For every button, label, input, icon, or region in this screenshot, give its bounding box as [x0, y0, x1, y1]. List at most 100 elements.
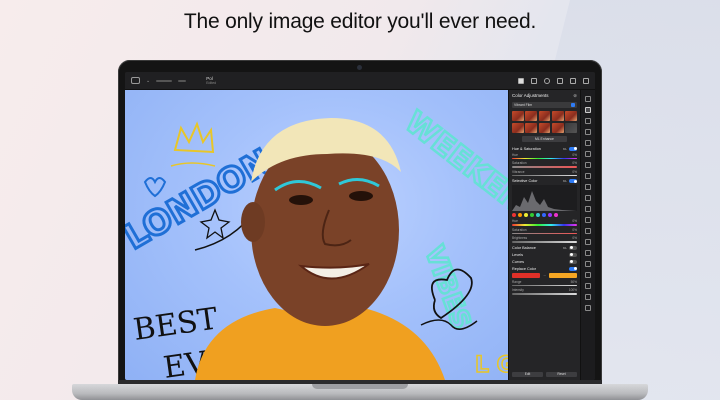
vibrance-row: Vibrance 0% [512, 170, 577, 174]
laptop-notch [312, 384, 408, 389]
hand-icon[interactable] [585, 272, 591, 278]
gradient-icon[interactable] [585, 217, 591, 223]
target-color-picker[interactable] [549, 272, 577, 278]
edit-button[interactable]: Edit [512, 372, 543, 377]
curves-toggle[interactable] [569, 259, 577, 264]
sel-brightness-slider[interactable] [512, 241, 577, 243]
lasso-icon[interactable] [585, 239, 591, 245]
sel-hue-row: Hue 0% [512, 219, 577, 223]
adjust-icon[interactable] [585, 107, 591, 113]
color-balance-toggle[interactable] [569, 245, 577, 250]
arrow-icon[interactable] [585, 96, 591, 102]
preset-thumbnail[interactable] [538, 111, 551, 121]
sharpen-icon[interactable] [585, 305, 591, 311]
swatch-cyan[interactable] [536, 213, 540, 217]
saturation-slider[interactable] [512, 166, 577, 168]
preset-thumbnail[interactable] [551, 111, 564, 121]
sel-brightness-label: Brightness [512, 236, 528, 240]
levels-toggle[interactable] [569, 252, 577, 257]
preset-thumbnail[interactable] [512, 122, 524, 133]
replace-color-toggle[interactable] [569, 266, 577, 271]
histogram-graph [512, 191, 577, 211]
intensity-slider[interactable] [512, 293, 577, 295]
sidebar-icon[interactable] [131, 77, 140, 84]
preset-thumbnail[interactable] [525, 111, 538, 121]
shape-icon[interactable] [585, 195, 591, 201]
redo-icon[interactable] [178, 79, 187, 82]
curves-header[interactable]: Curves [512, 259, 577, 264]
swatch-magenta[interactable] [554, 213, 558, 217]
swatch-red[interactable] [512, 213, 516, 217]
ml-enhance-button[interactable]: ML Enhance [522, 135, 567, 142]
ml-badge: ML [562, 146, 567, 151]
sel-hue-slider[interactable] [512, 224, 577, 226]
color-swatches [512, 213, 577, 217]
laptop-base [72, 384, 648, 400]
more-presets-icon[interactable] [565, 122, 577, 133]
window-icon[interactable] [583, 77, 589, 84]
undo-icon[interactable] [156, 79, 173, 82]
toolbar-right [518, 77, 589, 84]
saturation-value: 0% [572, 161, 577, 165]
settings-icon[interactable] [570, 77, 576, 84]
select-icon[interactable] [585, 228, 591, 234]
selective-color-toggle[interactable] [569, 179, 577, 183]
swatch-purple[interactable] [548, 213, 552, 217]
history-icon[interactable] [531, 77, 537, 84]
brush-icon[interactable] [585, 129, 591, 135]
preset-thumbnail[interactable] [512, 111, 524, 121]
clone-icon[interactable] [585, 173, 591, 179]
crown-doodle [173, 121, 215, 154]
sel-saturation-value: 0% [572, 227, 577, 232]
image-canvas[interactable]: LONDON BEST EVER WEEKEND VIBES L G [125, 90, 508, 380]
app-toolbar: ⌄ Pol Edited [125, 72, 595, 90]
layers-icon[interactable] [518, 77, 524, 84]
vibrance-label: Vibrance [512, 169, 525, 174]
eraser-icon[interactable] [585, 140, 591, 146]
heal-icon[interactable] [585, 162, 591, 168]
panel-title: Color Adjustments [512, 93, 549, 98]
crop-icon[interactable] [585, 118, 591, 124]
levels-header[interactable]: Levels [512, 252, 577, 257]
pen-icon[interactable] [585, 151, 591, 157]
laptop-lid: ⌄ Pol Edited LONDON BEST WEEKEND VIBES L… [118, 60, 602, 386]
color-balance-header[interactable]: Color Balance ML [512, 245, 577, 250]
blur-icon[interactable] [585, 294, 591, 300]
replace-color-header[interactable]: Replace Color [512, 266, 577, 271]
preset-thumbnail[interactable] [565, 111, 577, 121]
replace-color-label: Replace Color [512, 266, 537, 271]
hue-saturation-label: Hue & Saturation [512, 146, 541, 151]
hue-saturation-toggle[interactable] [569, 146, 577, 151]
hue-slider[interactable] [512, 157, 577, 159]
vibrance-slider[interactable] [512, 174, 577, 176]
reset-button[interactable]: Reset [546, 372, 577, 377]
preset-select[interactable]: Vibrant Film [512, 102, 577, 108]
close-icon[interactable]: ⊗ [573, 93, 577, 99]
swatch-orange[interactable] [518, 213, 522, 217]
eyedropper-icon[interactable] [585, 283, 591, 289]
swatch-yellow[interactable] [524, 213, 528, 217]
weekend-doodle: WEEKEND [397, 103, 508, 236]
color-adjustments-panel: Color Adjustments ⊗ Vibrant Film ML Enha… [508, 90, 580, 380]
text-icon[interactable] [585, 184, 591, 190]
export-icon[interactable] [557, 77, 563, 84]
preset-thumbnail[interactable] [525, 122, 538, 133]
share-icon[interactable] [544, 77, 550, 84]
hue-saturation-header[interactable]: Hue & Saturation ML [512, 146, 577, 151]
fill-icon[interactable] [585, 206, 591, 212]
intensity-row: Intensity 100% [512, 288, 577, 292]
sel-brightness-row: Brightness 0% [512, 236, 577, 240]
swatch-green[interactable] [530, 213, 534, 217]
preset-thumbnail[interactable] [538, 122, 551, 133]
swatch-blue[interactable] [542, 213, 546, 217]
selective-color-header[interactable]: Selective Color ML [512, 179, 577, 183]
zoom-icon[interactable] [585, 261, 591, 267]
range-slider[interactable] [512, 284, 577, 286]
chevron-down-icon[interactable]: ⌄ [146, 78, 150, 84]
source-color-picker[interactable] [512, 272, 540, 278]
preset-thumbnail[interactable] [551, 122, 564, 133]
sel-saturation-slider[interactable] [512, 232, 577, 234]
range-label: Range [512, 279, 522, 284]
page-headline: The only image editor you'll ever need. [183, 10, 537, 33]
wand-icon[interactable] [585, 250, 591, 256]
